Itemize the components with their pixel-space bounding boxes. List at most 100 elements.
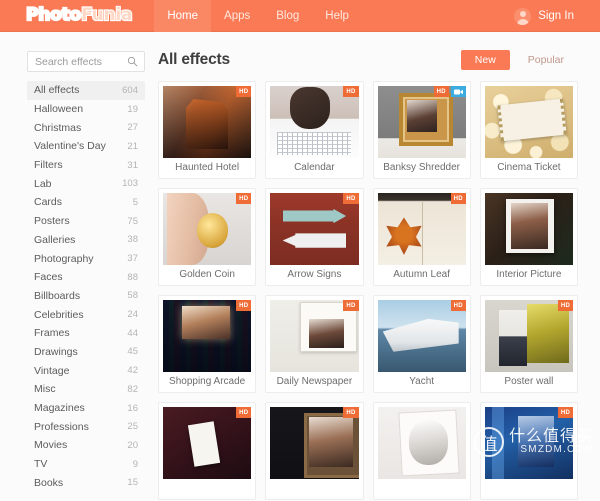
effect-name: Banksy Shredder [383, 162, 460, 173]
effect-card[interactable]: HD Shopping Arcade [158, 295, 257, 393]
effect-card[interactable]: HD [158, 402, 257, 500]
category-count: 38 [127, 234, 138, 246]
hd-badge: HD [236, 193, 252, 204]
site-logo[interactable]: PhotoFunia [25, 5, 134, 25]
effect-card[interactable] [372, 402, 471, 500]
effect-name: Calendar [294, 162, 335, 173]
sidebar-item-professions[interactable]: Professions 25 [27, 417, 145, 436]
badge-group: HD [236, 407, 252, 418]
sidebar-item-all-effects[interactable]: All effects 604 [27, 81, 145, 100]
effect-card[interactable]: HD Poster wall [479, 295, 578, 393]
badge-group: HD [343, 193, 359, 204]
category-count: 21 [127, 140, 138, 152]
category-count: 58 [127, 290, 138, 302]
effect-card[interactable]: HD Daily Newspaper [265, 295, 364, 393]
category-count: 37 [127, 253, 138, 265]
sidebar-item-celebrities[interactable]: Celebrities 24 [27, 305, 145, 324]
category-count: 16 [127, 402, 138, 414]
sign-in-button[interactable]: Sign In [514, 0, 574, 32]
sidebar-item-misc[interactable]: Misc 82 [27, 380, 145, 399]
effect-card[interactable]: HD Autumn Leaf [372, 188, 471, 286]
category-count: 27 [127, 122, 138, 134]
badge-group: HD [236, 193, 252, 204]
user-avatar-icon [514, 7, 532, 25]
logo-text-photo: Photo [25, 5, 82, 25]
hd-badge: HD [343, 300, 359, 311]
effect-card[interactable]: HD [479, 402, 578, 500]
sidebar-item-posters[interactable]: Posters 75 [27, 212, 145, 231]
effect-card[interactable]: HD Banksy Shredder [372, 81, 471, 179]
sidebar-item-valentine-s-day[interactable]: Valentine's Day 21 [27, 137, 145, 156]
site-header: PhotoFunia Home Apps Blog Help Sign In [0, 0, 600, 32]
sidebar-item-galleries[interactable]: Galleries 38 [27, 231, 145, 250]
effect-card[interactable]: Interior Picture [479, 188, 578, 286]
effect-name: Arrow Signs [287, 269, 342, 280]
effect-card[interactable]: HD Arrow Signs [265, 188, 364, 286]
badge-group: HD [450, 300, 466, 311]
effect-thumbnail: HD [377, 193, 466, 265]
sidebar-item-vintage[interactable]: Vintage 42 [27, 361, 145, 380]
effect-name: Poster wall [504, 376, 554, 387]
video-camera-icon [450, 86, 466, 97]
main-header: All effects New Popular [158, 50, 578, 70]
search-box[interactable] [27, 51, 145, 72]
sidebar-item-books[interactable]: Books 15 [27, 473, 145, 492]
nav-item-blog[interactable]: Blog [263, 0, 312, 32]
category-count: 44 [127, 327, 138, 339]
badge-group: HD [557, 300, 573, 311]
effect-name: Shopping Arcade [169, 376, 246, 387]
effect-name: Interior Picture [496, 269, 562, 280]
sidebar-item-lab[interactable]: Lab 103 [27, 174, 145, 193]
effect-card[interactable]: HD Haunted Hotel [158, 81, 257, 179]
hd-badge: HD [343, 407, 359, 418]
category-label: Vintage [34, 364, 70, 377]
page-body: All effects 604 Halloween 19 Christmas 27 Vale… [0, 32, 600, 501]
logo-text-funia: Funia [80, 5, 134, 25]
sort-tab-popular[interactable]: Popular [514, 50, 578, 70]
effect-thumbnail: HD [270, 193, 359, 265]
nav-item-help[interactable]: Help [312, 0, 362, 32]
effect-thumbnail: HD [163, 300, 252, 372]
effect-name [485, 479, 573, 499]
effect-card[interactable]: HD Calendar [265, 81, 364, 179]
effect-card[interactable]: HD [265, 402, 364, 500]
sidebar-item-halloween[interactable]: Halloween 19 [27, 100, 145, 119]
sidebar-item-billboards[interactable]: Billboards 58 [27, 287, 145, 306]
category-label: Magazines [34, 402, 85, 415]
hd-badge: HD [343, 193, 359, 204]
category-label: Valentine's Day [34, 140, 106, 153]
effect-thumbnail: HD [163, 407, 252, 479]
effect-thumbnail: HD [270, 86, 359, 158]
effect-thumbnail [377, 407, 466, 479]
badge-group: HD [343, 300, 359, 311]
sidebar-item-movies[interactable]: Movies 20 [27, 436, 145, 455]
sidebar-item-cards[interactable]: Cards 5 [27, 193, 145, 212]
nav-item-home[interactable]: Home [154, 0, 212, 32]
hd-badge: HD [236, 86, 252, 97]
sidebar-item-christmas[interactable]: Christmas 27 [27, 118, 145, 137]
sidebar-item-photography[interactable]: Photography 37 [27, 249, 145, 268]
category-count: 20 [127, 439, 138, 451]
effect-card[interactable]: Cinema Ticket [479, 81, 578, 179]
category-label: Lab [34, 177, 52, 190]
category-count: 103 [122, 178, 138, 190]
category-count: 42 [127, 365, 138, 377]
sidebar-item-faces[interactable]: Faces 88 [27, 268, 145, 287]
nav-item-apps[interactable]: Apps [211, 0, 263, 32]
effect-thumbnail: HD [163, 86, 252, 158]
sort-tab-new[interactable]: New [460, 50, 510, 70]
sidebar-item-drawings[interactable]: Drawings 45 [27, 343, 145, 362]
sidebar-item-filters[interactable]: Filters 31 [27, 156, 145, 175]
sidebar-item-tv[interactable]: TV 9 [27, 455, 145, 474]
category-label: Galleries [34, 233, 76, 246]
sidebar-item-magazines[interactable]: Magazines 16 [27, 399, 145, 418]
effect-card[interactable]: HD Yacht [372, 295, 471, 393]
search-input[interactable] [28, 52, 144, 71]
effect-name [270, 479, 358, 499]
category-count: 24 [127, 309, 138, 321]
category-label: Halloween [34, 103, 84, 116]
sidebar-item-frames[interactable]: Frames 44 [27, 324, 145, 343]
sort-tabs: New Popular [460, 50, 578, 70]
effect-card[interactable]: HD Golden Coin [158, 188, 257, 286]
category-label: Movies [34, 439, 68, 452]
